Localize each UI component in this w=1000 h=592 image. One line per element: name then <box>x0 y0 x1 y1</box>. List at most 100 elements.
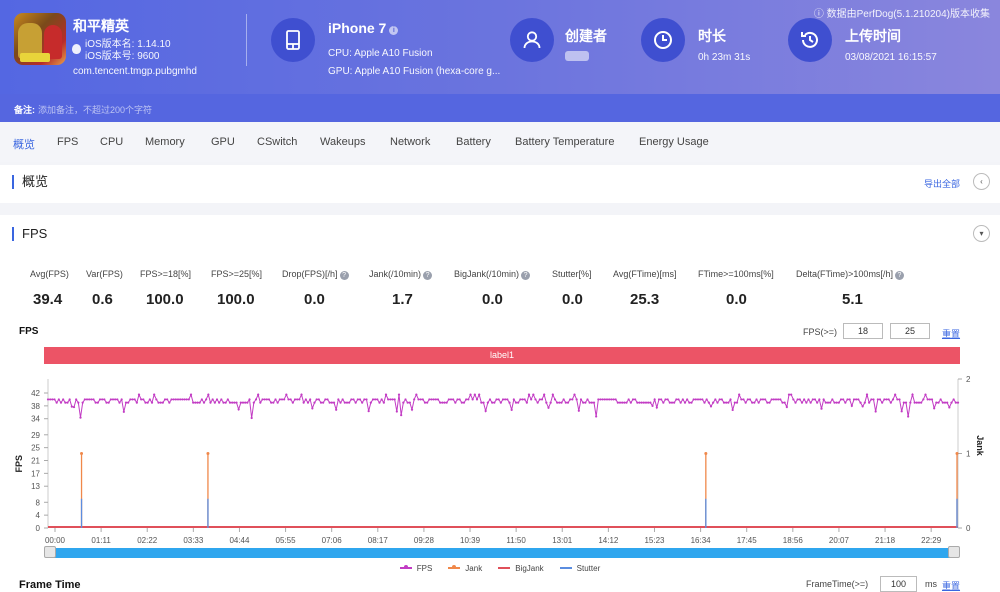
tab-fps[interactable]: FPS <box>57 136 78 148</box>
fps-point <box>434 398 437 401</box>
fps-point <box>155 398 158 401</box>
x-tick-label: 02:22 <box>137 536 158 545</box>
fps-point <box>560 401 563 404</box>
fps-point <box>408 401 411 404</box>
fps-point <box>729 398 732 401</box>
fps-point <box>941 401 944 404</box>
help-icon[interactable]: ? <box>521 271 531 280</box>
fps-point <box>911 393 914 396</box>
fps-point <box>627 398 630 401</box>
fps-point <box>220 398 223 401</box>
legend-item-bigjank[interactable]: BigJank <box>498 564 544 573</box>
fps-point <box>805 401 808 404</box>
x-tick-label: 17:45 <box>737 536 758 545</box>
fps-point <box>764 398 767 401</box>
fps-point <box>510 408 513 411</box>
fps-point <box>688 401 691 404</box>
x-tick-label: 08:17 <box>368 536 389 545</box>
tab-gpu[interactable]: GPU <box>211 136 235 148</box>
fps-point <box>402 401 405 404</box>
fps-point <box>140 398 143 401</box>
metric-value: 100.0 <box>146 291 184 308</box>
metric-label-text: Avg(FPS) <box>30 269 69 279</box>
fps-point <box>244 401 247 404</box>
tab-battery[interactable]: Battery <box>456 136 491 148</box>
export-all-link[interactable]: 导出全部 <box>924 177 960 190</box>
fps-point <box>491 401 494 404</box>
tab-energy-usage[interactable]: Energy Usage <box>639 136 709 148</box>
legend-swatch <box>448 565 461 569</box>
fps-point <box>211 398 214 401</box>
y-tick-label: 21 <box>31 457 40 466</box>
zoom-slider-handle-left[interactable] <box>44 546 56 558</box>
fps-threshold-1-input[interactable] <box>843 323 883 339</box>
fps-point <box>822 398 825 401</box>
fps-point <box>101 398 104 401</box>
tab-battery-temperature[interactable]: Battery Temperature <box>515 136 614 148</box>
fps-point <box>846 398 849 401</box>
fps-point <box>902 401 905 404</box>
fps-card: FPS ▾ Avg(FPS) 39.4 Var(FPS) 0.6 FPS>=18[%] 1… <box>0 215 1000 592</box>
fps-point <box>859 401 862 404</box>
help-icon[interactable]: ? <box>339 271 349 280</box>
fps-threshold-2-input[interactable] <box>890 323 930 339</box>
remark-input[interactable]: 添加备注，不超过200个字符 <box>38 103 152 116</box>
fps-point <box>720 398 723 401</box>
frametime-reset[interactable]: 重置 <box>942 579 960 592</box>
fps-point <box>389 398 392 401</box>
frametime-threshold-input[interactable] <box>880 576 917 592</box>
fps-point <box>855 398 858 401</box>
fps-point <box>738 393 741 396</box>
fps-point <box>131 398 134 401</box>
upload-time: 03/08/2021 16:15:57 <box>845 52 937 63</box>
fps-point <box>933 407 936 410</box>
label-bar[interactable]: label1 <box>44 347 960 364</box>
fps-point <box>272 401 275 404</box>
collapse-sidebar-button[interactable]: ‹ <box>973 173 990 190</box>
fps-point <box>670 401 674 404</box>
tab-overview[interactable]: 概览 <box>13 136 35 152</box>
fps-section-toggle[interactable]: ▾ <box>973 225 990 242</box>
fps-point <box>527 393 531 396</box>
fps-point <box>484 409 487 413</box>
tab-network[interactable]: Network <box>390 136 430 148</box>
fps-point <box>746 398 749 401</box>
legend-item-jank[interactable]: Jank <box>448 564 482 573</box>
app-name: 和平精英 <box>73 18 129 34</box>
fps-point <box>354 401 357 404</box>
tab-cpu[interactable]: CPU <box>100 136 123 148</box>
tab-memory[interactable]: Memory <box>145 136 185 148</box>
help-icon[interactable]: ? <box>423 271 433 280</box>
fps-point <box>324 398 327 401</box>
fps-point <box>794 401 797 404</box>
zoom-slider-track[interactable] <box>48 548 956 558</box>
tab-wakeups[interactable]: Wakeups <box>320 136 365 148</box>
x-tick-label: 09:28 <box>414 536 435 545</box>
fps-chart[interactable]: 0 4 8 13 17 21 25 29 34 38 42 0 1 2 FPS Jank 00:00 01:11 0… <box>0 365 1000 545</box>
fps-point <box>722 401 726 404</box>
legend-item-fps[interactable]: FPS <box>399 564 432 573</box>
metric-value: 1.7 <box>392 291 413 308</box>
fps-point <box>590 401 593 404</box>
fps-point <box>675 398 678 401</box>
fps-point <box>436 398 440 401</box>
info-icon[interactable]: i <box>389 26 399 35</box>
remark-bar: 备注: 添加备注，不超过200个字符 <box>0 94 1000 122</box>
tab-cswitch[interactable]: CSwitch <box>257 136 297 148</box>
fps-point <box>252 401 255 404</box>
fps-point <box>883 398 886 401</box>
fps-point <box>842 398 845 401</box>
legend-item-stutter[interactable]: Stutter <box>559 564 600 573</box>
help-icon[interactable]: ? <box>894 271 904 280</box>
fps-threshold-reset[interactable]: 重置 <box>942 327 960 340</box>
fps-point <box>53 398 56 401</box>
fps-point <box>159 401 162 404</box>
fps-point <box>852 398 856 401</box>
fps-point <box>844 401 847 404</box>
fps-point <box>506 398 509 401</box>
metric-label-text: Var(FPS) <box>86 269 123 279</box>
fps-point <box>677 398 680 401</box>
zoom-slider-handle-right[interactable] <box>948 546 960 558</box>
fps-point <box>382 401 385 404</box>
fps-point <box>857 398 860 401</box>
